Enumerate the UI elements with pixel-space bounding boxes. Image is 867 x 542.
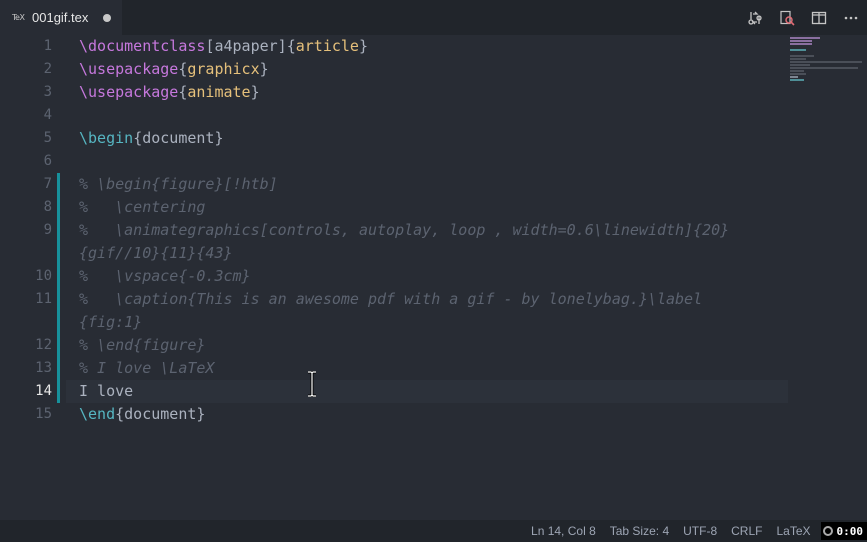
- code-line-comment: % \caption{This is an awesome pdf with a…: [79, 290, 703, 308]
- code-line: \documentclass[a4paper]{article}: [79, 37, 368, 55]
- timer-value: 0:00: [836, 524, 864, 538]
- language-mode[interactable]: LaTeX: [776, 524, 810, 538]
- tab-filename: 001gif.tex: [32, 10, 89, 25]
- source-control-diff-icon[interactable]: [739, 0, 771, 35]
- code-line-comment: % \vspace{-0.3cm}: [79, 267, 251, 285]
- code-line-current: I love: [79, 382, 134, 400]
- code-line: \usepackage{graphicx}: [79, 60, 269, 78]
- tex-file-icon: TeX: [12, 13, 25, 22]
- code-line-comment: % \end{figure}: [79, 336, 206, 354]
- code-line-comment: % \begin{figure}[!htb]: [79, 175, 278, 193]
- git-modified-indicator[interactable]: [57, 173, 60, 403]
- line-number-active: 14: [35, 383, 52, 399]
- line-number: 15: [35, 406, 52, 422]
- split-editor-icon[interactable]: [803, 0, 835, 35]
- line-number: 12: [35, 337, 52, 353]
- line-number: 3: [43, 84, 52, 100]
- cursor-position[interactable]: Ln 14, Col 8: [531, 524, 596, 538]
- more-actions-icon[interactable]: [835, 0, 867, 35]
- line-number: 9: [43, 222, 52, 238]
- current-line-highlight: [66, 380, 788, 403]
- code-line-comment: % \centering: [79, 198, 206, 216]
- code-line-comment: % I love \LaTeX: [79, 359, 215, 377]
- text-cursor-icon: [308, 371, 316, 397]
- line-number: 5: [43, 130, 52, 146]
- search-preview-icon[interactable]: [771, 0, 803, 35]
- code-line: \begin{document}: [79, 129, 224, 147]
- line-number: 4: [43, 107, 52, 123]
- line-number-gutter: 1 2 3 4 5 6 7 8 9 10 11 12 13 14 15: [0, 35, 66, 520]
- line-number: 10: [35, 268, 52, 284]
- unsaved-dot-icon[interactable]: [103, 13, 112, 22]
- minimap[interactable]: [786, 35, 866, 95]
- editor-tab[interactable]: TeX 001gif.tex: [0, 0, 122, 35]
- code-line-comment: % \animategraphics[controls, autoplay, l…: [79, 221, 730, 239]
- line-number: 11: [35, 291, 52, 307]
- line-number: 2: [43, 61, 52, 77]
- status-bar: Ln 14, Col 8 Tab Size: 4 UTF-8 CRLF LaTe…: [0, 520, 867, 542]
- code-line: \end{document}: [79, 405, 206, 423]
- line-number: 7: [43, 176, 52, 192]
- recording-timer[interactable]: 0:00: [820, 522, 867, 540]
- editor-actions: [739, 0, 867, 35]
- line-number: 6: [43, 153, 52, 169]
- file-encoding[interactable]: UTF-8: [683, 524, 717, 538]
- line-number: 1: [43, 38, 52, 54]
- code-line: \usepackage{animate}: [79, 83, 260, 101]
- code-editor[interactable]: 1 2 3 4 5 6 7 8 9 10 11 12 13 14 15 \doc…: [0, 35, 867, 520]
- tab-size[interactable]: Tab Size: 4: [610, 524, 669, 538]
- line-number: 13: [35, 360, 52, 376]
- end-of-line[interactable]: CRLF: [731, 524, 762, 538]
- record-icon: [822, 526, 833, 536]
- code-line-comment-wrap: {gif//10}{11}{43}: [79, 244, 233, 262]
- tab-bar: TeX 001gif.tex: [0, 0, 867, 35]
- line-number: 8: [43, 199, 52, 215]
- code-line-comment-wrap: {fig:1}: [79, 313, 143, 331]
